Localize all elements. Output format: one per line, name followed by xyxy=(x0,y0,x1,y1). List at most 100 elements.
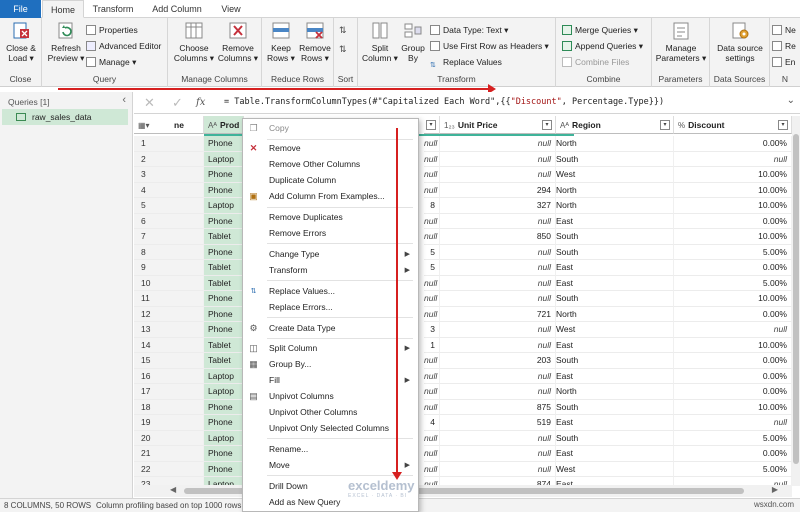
row-number[interactable]: 16 xyxy=(134,368,204,384)
formula-input[interactable]: = Table.TransformColumnTypes(#"Capitaliz… xyxy=(224,97,664,107)
table-cell[interactable]: East xyxy=(556,337,674,353)
manage-parameters-button[interactable]: Manage Parameters ▾ xyxy=(654,21,708,63)
table-cell[interactable]: South xyxy=(556,353,674,369)
row-number[interactable]: 4 xyxy=(134,182,204,198)
row-number[interactable]: 17 xyxy=(134,384,204,400)
table-cell[interactable]: null xyxy=(440,322,556,338)
menu-item-duplicate-column[interactable]: Duplicate Column xyxy=(243,173,418,188)
row-number[interactable]: 11 xyxy=(134,291,204,307)
tab-file[interactable]: File xyxy=(0,0,41,18)
menu-item-split-column[interactable]: ◫ Split Column ▶ xyxy=(243,341,418,356)
filter-dropdown-icon[interactable]: ▾ xyxy=(426,120,436,130)
menu-item-create-data-type[interactable]: ⚙ Create Data Type xyxy=(243,321,418,336)
table-cell[interactable]: null xyxy=(424,306,440,322)
table-cell[interactable]: Phone xyxy=(204,446,244,462)
combine-files-button[interactable]: Combine Files xyxy=(562,55,629,69)
collapse-panel-icon[interactable]: ‹ xyxy=(122,94,126,106)
table-cell[interactable]: 5.00% xyxy=(674,461,792,477)
filter-dropdown-icon[interactable]: ▾ xyxy=(660,120,670,130)
number-type-icon[interactable]: 1₂₃ xyxy=(444,117,455,135)
table-cell[interactable]: 327 xyxy=(440,198,556,214)
manage-button[interactable]: Manage ▾ xyxy=(86,55,136,69)
recent-sources-button[interactable]: Re xyxy=(772,39,796,53)
table-cell[interactable]: Tablet xyxy=(204,353,244,369)
table-cell[interactable]: null xyxy=(440,368,556,384)
table-cell[interactable]: null xyxy=(440,167,556,183)
new-source-button[interactable]: Ne xyxy=(772,23,796,37)
menu-item-unpivot-selected-columns[interactable]: Unpivot Only Selected Columns xyxy=(243,421,418,436)
table-cell[interactable]: 10.00% xyxy=(674,399,792,415)
tab-transform[interactable]: Transform xyxy=(88,0,138,18)
table-cell[interactable]: null xyxy=(424,399,440,415)
table-cell[interactable]: 0.00% xyxy=(674,446,792,462)
table-cell[interactable]: Phone xyxy=(204,291,244,307)
menu-item-group-by[interactable]: ▦ Group By... xyxy=(243,357,418,372)
table-cell[interactable]: North xyxy=(556,198,674,214)
table-cell[interactable]: Tablet xyxy=(204,275,244,291)
table-cell[interactable]: Laptop xyxy=(204,198,244,214)
menu-item-change-type[interactable]: Change Type ▶ xyxy=(243,247,418,262)
table-cell[interactable]: Laptop xyxy=(204,368,244,384)
table-cell[interactable]: null xyxy=(440,291,556,307)
table-cell[interactable]: East xyxy=(556,275,674,291)
table-cell[interactable]: 0.00% xyxy=(674,368,792,384)
menu-item-remove-other-columns[interactable]: Remove Other Columns xyxy=(243,157,418,172)
function-icon[interactable]: fx xyxy=(196,97,205,108)
table-cell[interactable]: Tablet xyxy=(204,229,244,245)
text-type-icon[interactable]: Aᴬ xyxy=(560,117,569,135)
table-cell[interactable]: 4 xyxy=(424,415,440,431)
table-cell[interactable]: null xyxy=(440,136,556,152)
menu-item-remove[interactable]: ✕ Remove xyxy=(243,141,418,156)
keep-rows-button[interactable]: Keep Rows ▾ xyxy=(264,21,298,63)
table-cell[interactable]: South xyxy=(556,291,674,307)
table-cell[interactable]: East xyxy=(556,213,674,229)
row-number[interactable]: 21 xyxy=(134,446,204,462)
menu-item-copy[interactable]: ❐ Copy xyxy=(243,121,418,136)
group-by-button[interactable]: Group By xyxy=(398,21,428,63)
cancel-icon[interactable]: ✕ xyxy=(144,95,155,111)
vertical-scroll-thumb[interactable] xyxy=(793,134,799,464)
table-cell[interactable]: null xyxy=(440,213,556,229)
menu-item-remove-errors[interactable]: Remove Errors xyxy=(243,226,418,241)
first-row-headers-button[interactable]: Use First Row as Headers ▾ xyxy=(430,39,549,53)
column-header-0[interactable]: ▦▾ ne xyxy=(134,116,204,134)
row-number[interactable]: 10 xyxy=(134,275,204,291)
table-cell[interactable]: 0.00% xyxy=(674,306,792,322)
table-cell[interactable]: null xyxy=(440,151,556,167)
enter-data-button[interactable]: En xyxy=(772,55,795,69)
table-cell[interactable]: 10.00% xyxy=(674,167,792,183)
table-cell[interactable]: 5.00% xyxy=(674,244,792,260)
table-cell[interactable]: East xyxy=(556,368,674,384)
merge-queries-button[interactable]: Merge Queries ▾ xyxy=(562,23,638,37)
row-number[interactable]: 8 xyxy=(134,244,204,260)
tab-view[interactable]: View xyxy=(214,0,248,18)
scroll-right-icon[interactable]: ▶ xyxy=(772,485,778,494)
table-cell[interactable]: null xyxy=(424,136,440,152)
tab-home[interactable]: Home xyxy=(42,0,84,18)
table-cell[interactable]: 519 xyxy=(440,415,556,431)
table-cell[interactable]: 10.00% xyxy=(674,198,792,214)
row-number[interactable]: 1 xyxy=(134,136,204,152)
menu-item-unpivot-other-columns[interactable]: Unpivot Other Columns xyxy=(243,405,418,420)
table-cell[interactable]: North xyxy=(556,182,674,198)
table-cell[interactable]: null xyxy=(440,430,556,446)
menu-item-unpivot-columns[interactable]: ▤ Unpivot Columns xyxy=(243,389,418,404)
table-cell[interactable]: null xyxy=(424,446,440,462)
table-cell[interactable]: 850 xyxy=(440,229,556,245)
table-cell[interactable]: 5 xyxy=(424,260,440,276)
table-cell[interactable]: null xyxy=(440,461,556,477)
column-header-quantity[interactable]: ▾ xyxy=(424,116,440,134)
table-cell[interactable]: North xyxy=(556,136,674,152)
table-cell[interactable]: null xyxy=(424,167,440,183)
table-cell[interactable]: 3 xyxy=(424,322,440,338)
row-number[interactable]: 19 xyxy=(134,415,204,431)
table-cell[interactable]: null xyxy=(424,182,440,198)
table-cell[interactable]: 0.00% xyxy=(674,353,792,369)
table-cell[interactable]: 10.00% xyxy=(674,291,792,307)
table-cell[interactable]: null xyxy=(674,322,792,338)
table-cell[interactable]: East xyxy=(556,415,674,431)
table-menu-icon[interactable]: ▦▾ xyxy=(138,117,150,135)
table-cell[interactable]: Laptop xyxy=(204,151,244,167)
table-cell[interactable]: Tablet xyxy=(204,260,244,276)
table-cell[interactable]: Phone xyxy=(204,415,244,431)
